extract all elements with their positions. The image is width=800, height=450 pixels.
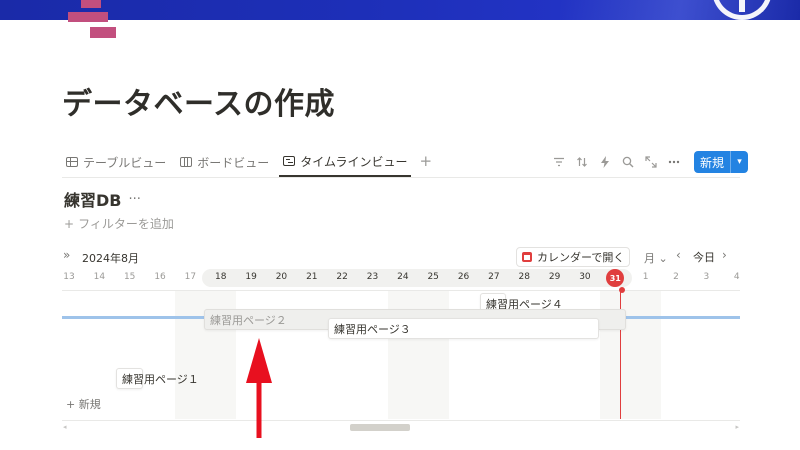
timeline-icon [283,156,296,166]
chevron-right-icon[interactable]: › [722,248,727,262]
time-scale-select[interactable]: 月 ⌄ [644,250,668,266]
day-label: 22 [336,272,348,282]
board-icon [180,157,193,167]
card-title: 練習用ページ２ [210,313,287,327]
today-button[interactable]: 今日 [693,249,715,265]
double-chevron-right-icon[interactable]: » [63,248,70,262]
add-view-button[interactable]: + [419,150,432,172]
day-label: 15 [123,272,136,282]
timeline-header: » 2024年8月 カレンダーで開く 月 ⌄ ‹ 今日 › [62,247,740,267]
day-label: 13 [63,272,75,282]
open-in-calendar-button[interactable]: カレンダーで開く [516,247,631,267]
day-label: 14 [93,272,106,282]
day-label: 23 [366,272,379,282]
day-label: 1 [642,272,649,282]
page-cover[interactable] [0,0,800,20]
day-label: 27 [488,272,500,282]
plus-icon: + [66,398,76,411]
add-filter-button[interactable]: + フィルターを追加 [64,215,174,232]
new-button-label[interactable]: 新規 [694,151,732,173]
view-tabs: テーブルビュー ボードビュー タイムラインビュー + [62,150,432,177]
scrollbar-thumb[interactable] [350,424,410,431]
day-label: 3 [703,272,710,282]
sort-icon[interactable] [571,151,593,173]
time-scale-label: 月 [644,252,655,265]
new-row-button[interactable]: + 新規 [66,396,101,412]
timeline-day-axis: 13 14 15 16 17 18 19 20 21 22 23 24 25 26 27 28 29 30 31 1 2… [0,268,800,288]
day-label: 28 [518,272,530,282]
add-filter-label: フィルターを追加 [78,217,174,231]
day-label: 29 [548,272,561,282]
filter-icon[interactable] [548,151,570,173]
tab-timeline-view[interactable]: タイムラインビュー [279,150,412,177]
chevron-left-icon[interactable]: ‹ [676,248,681,262]
today-marker [619,287,625,293]
new-button[interactable]: 新規 ▾ [694,151,749,173]
page-icon-bar [81,0,101,8]
tabs-divider [62,177,740,178]
plus-icon: + [64,217,75,231]
tab-table-view[interactable]: テーブルビュー [62,150,170,174]
day-label: 4 [733,272,740,282]
chevron-down-icon: ⌄ [658,252,668,265]
tab-board-view[interactable]: ボードビュー [176,150,273,174]
calendar-icon [522,252,532,262]
automation-icon[interactable] [594,151,616,173]
tab-label: ボードビュー [197,155,270,170]
month-label: 2024年8月 [82,252,139,265]
day-label: 16 [154,272,166,282]
page-title[interactable]: データベースの作成 [62,79,335,123]
day-label: 26 [457,272,470,282]
day-label: 18 [215,272,227,282]
database-title-row: 練習DB ··· [64,187,141,211]
horizontal-scrollbar[interactable]: ◂ ▸ [62,423,740,432]
page-icon-bar [90,27,116,38]
day-label: 21 [306,272,318,282]
timeline-card[interactable]: 練習用ページ３ [328,318,599,339]
card-title: 練習用ページ１ [122,372,199,386]
scroll-right-icon[interactable]: ▸ [735,423,739,431]
database-title[interactable]: 練習DB [64,187,121,211]
database-toolbar: 新規 ▾ [548,151,749,173]
timeline-bottom-divider [62,420,740,421]
day-label: 2 [673,272,679,282]
page-icon[interactable] [68,0,120,40]
table-icon [66,157,78,167]
timeline-card[interactable]: 練習用ページ１ [116,368,199,389]
day-label: 24 [397,272,409,282]
day-label: 25 [427,272,439,282]
scroll-left-icon[interactable]: ◂ [63,423,67,431]
day-label: 30 [579,272,591,282]
red-arrow-annotation [246,338,272,438]
search-icon[interactable] [617,151,639,173]
more-icon[interactable] [663,151,685,173]
tab-label: タイムラインビュー [300,154,408,169]
day-label: 19 [245,272,257,282]
tab-label: テーブルビュー [83,155,167,170]
page-icon-bar [68,12,108,22]
expand-icon[interactable] [640,151,662,173]
day-label: 17 [184,272,197,282]
new-row-label: 新規 [78,398,101,411]
notion-page: データベースの作成 テーブルビュー ボードビュー タイムラインビュー + 新規 … [0,0,800,450]
open-in-calendar-label: カレンダーで開く [537,251,625,264]
day-label: 20 [275,272,288,282]
database-more-button[interactable]: ··· [128,192,140,207]
chevron-down-icon[interactable]: ▾ [731,151,748,173]
card-title: 練習用ページ３ [334,322,411,336]
